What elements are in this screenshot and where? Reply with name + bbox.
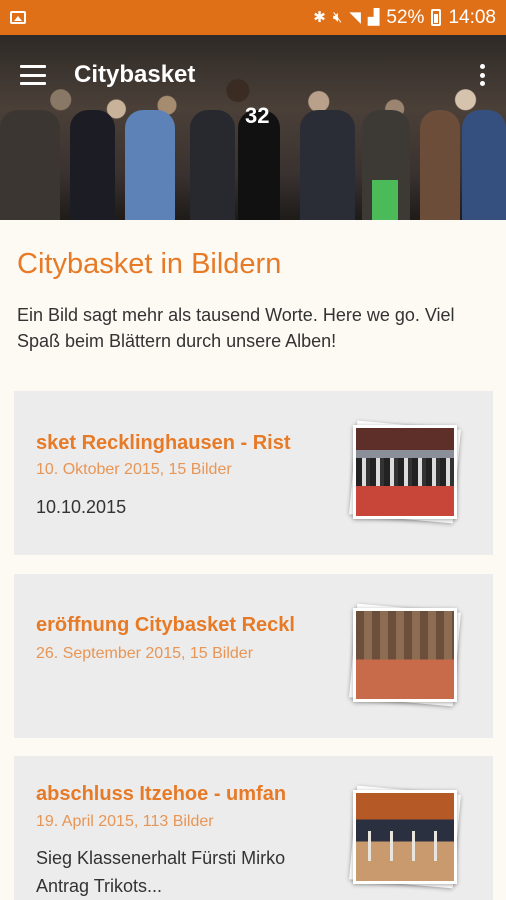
- album-thumbnail: [349, 420, 461, 524]
- album-title: abschluss Itzehoe - umfan: [36, 783, 287, 805]
- album-card[interactable]: eröffnung Citybasket Reckl 26. September…: [14, 574, 493, 738]
- image-notification-icon: [10, 11, 26, 24]
- battery-percentage: 52%: [386, 6, 425, 28]
- album-card[interactable]: sket Recklinghausen - Rist 10. Oktober 2…: [14, 391, 493, 555]
- album-title: eröffnung Citybasket Reckl: [36, 614, 295, 636]
- album-subtitle: 10. Oktober 2015, 15 Bilder: [36, 461, 232, 478]
- intro-text: Ein Bild sagt mehr als tausend Worte. He…: [17, 305, 455, 351]
- signal-icon: ▟: [367, 9, 380, 26]
- mute-icon: 🔇︎: [332, 9, 343, 26]
- bluetooth-icon: ✱: [313, 9, 326, 26]
- album-description: Sieg Klassenerhalt Fürsti Mirko Antrag T…: [36, 848, 286, 896]
- album-description: 10.10.2015: [36, 497, 127, 517]
- battery-icon: [431, 9, 442, 26]
- clock: 14:08: [448, 6, 496, 28]
- app-bar: Citybasket: [0, 35, 506, 115]
- wifi-icon: ◥: [349, 9, 361, 26]
- album-thumbnail: [349, 785, 461, 889]
- page-title: Citybasket in Bildern: [17, 248, 282, 280]
- status-bar: ✱ 🔇︎ ◥ ▟ 52% 14:08: [0, 0, 506, 35]
- album-title: sket Recklinghausen - Rist: [36, 432, 291, 454]
- album-subtitle: 26. September 2015, 15 Bilder: [36, 645, 254, 662]
- album-subtitle: 19. April 2015, 113 Bilder: [36, 813, 214, 830]
- menu-icon[interactable]: [20, 65, 46, 85]
- album-thumbnail: [349, 603, 461, 707]
- app-title: Citybasket: [74, 61, 196, 88]
- album-card[interactable]: abschluss Itzehoe - umfan 19. April 2015…: [14, 756, 493, 900]
- more-options-icon[interactable]: [478, 64, 486, 86]
